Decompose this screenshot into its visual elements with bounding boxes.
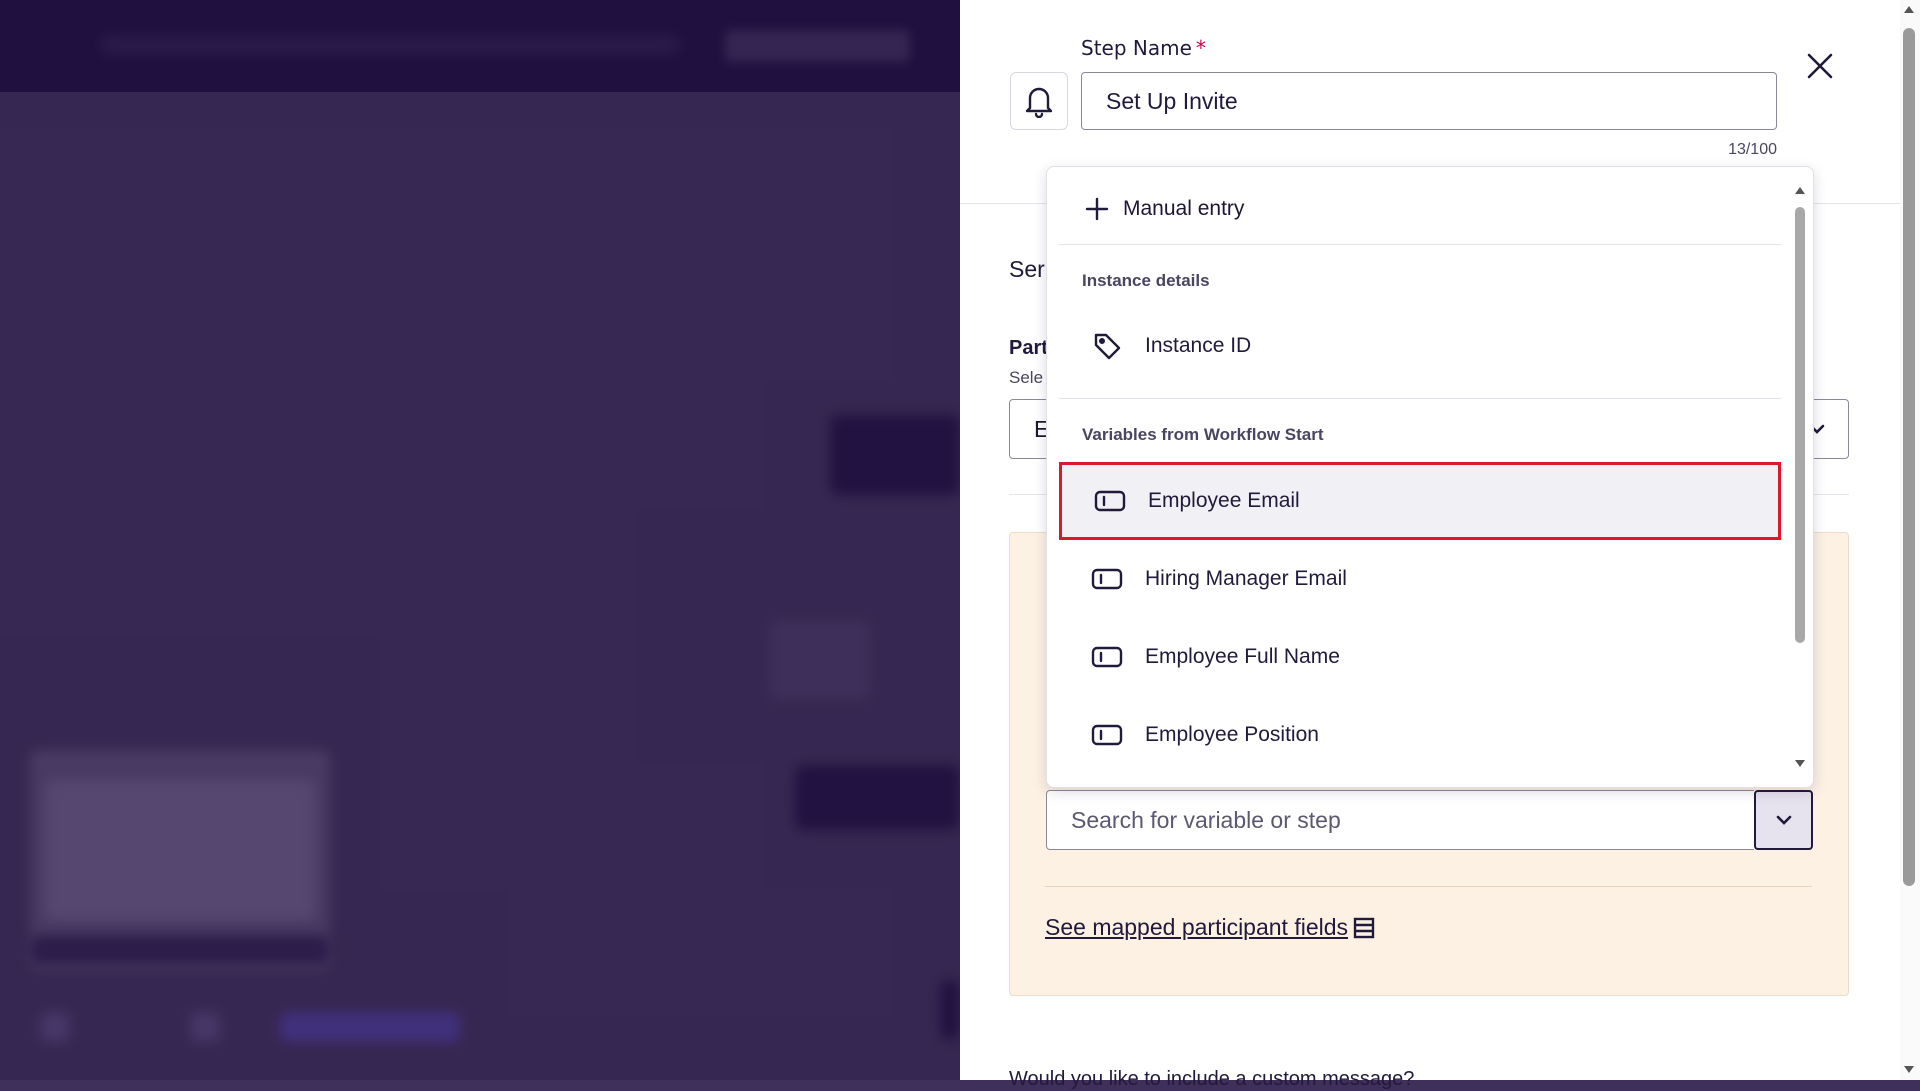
mapping-divider	[1045, 886, 1812, 887]
option-employee-email[interactable]: Employee Email	[1059, 462, 1781, 540]
send-section-label: Ser	[1009, 256, 1045, 282]
table-icon	[1353, 917, 1375, 938]
step-name-label: Step Name *	[1081, 36, 1206, 60]
tag-icon	[1094, 333, 1121, 360]
dropdown-divider	[1059, 244, 1781, 245]
section-header-instance-details: Instance details	[1082, 271, 1210, 290]
step-name-label-text: Step Name	[1081, 36, 1192, 60]
variable-icon	[1091, 724, 1123, 746]
option-instance-id[interactable]: Instance ID	[1059, 307, 1781, 385]
see-mapped-fields-link[interactable]: See mapped participant fields	[1045, 914, 1376, 941]
option-hiring-manager-email[interactable]: Hiring Manager Email	[1059, 540, 1781, 618]
step-icon-box	[1010, 72, 1068, 130]
chevron-down-icon	[1776, 815, 1791, 825]
close-button[interactable]	[1802, 48, 1838, 84]
variable-search-input[interactable]	[1046, 790, 1754, 850]
dropdown-scroll-down-arrow[interactable]	[1795, 760, 1805, 767]
dropdown-divider	[1059, 398, 1781, 399]
option-employee-full-name[interactable]: Employee Full Name	[1059, 618, 1781, 696]
option-label: Hiring Manager Email	[1145, 567, 1347, 590]
variable-icon	[1094, 490, 1126, 512]
see-mapped-fields-text: See mapped participant fields	[1045, 914, 1349, 940]
bell-icon	[1025, 87, 1053, 118]
variable-icon	[1091, 646, 1123, 668]
dropdown-scrollbar-thumb[interactable]	[1795, 207, 1805, 643]
page-scrollbar-thumb[interactable]	[1903, 28, 1915, 886]
section-header-workflow-variables: Variables from Workflow Start	[1082, 425, 1324, 444]
dropdown-scroll-up-arrow[interactable]	[1795, 187, 1805, 194]
required-marker: *	[1195, 36, 1206, 60]
manual-entry-label: Manual entry	[1123, 197, 1245, 220]
step-name-input[interactable]: Set Up Invite	[1081, 72, 1777, 130]
option-label: Employee Position	[1145, 723, 1319, 746]
option-label: Employee Email	[1148, 489, 1300, 512]
dropdown-toggle-button[interactable]	[1754, 790, 1813, 850]
option-label: Instance ID	[1145, 334, 1252, 357]
option-employee-position[interactable]: Employee Position	[1059, 696, 1781, 774]
plus-icon	[1085, 197, 1109, 221]
variable-icon	[1091, 568, 1123, 590]
scroll-down-arrow[interactable]	[1904, 1066, 1914, 1073]
manual-entry-option[interactable]: Manual entry	[1085, 189, 1244, 229]
background-app	[0, 0, 960, 1080]
option-label: Employee Full Name	[1145, 645, 1340, 668]
scroll-up-arrow[interactable]	[1904, 6, 1914, 13]
variable-dropdown: Manual entry Instance details Instance I…	[1046, 166, 1814, 788]
variable-search-row	[1046, 790, 1813, 850]
participant-hint: Sele	[1009, 368, 1044, 387]
modal-overlay[interactable]	[0, 0, 960, 1080]
character-counter: 13/100	[1728, 141, 1777, 158]
participant-label: Part	[1009, 337, 1048, 359]
close-icon	[1807, 53, 1833, 79]
